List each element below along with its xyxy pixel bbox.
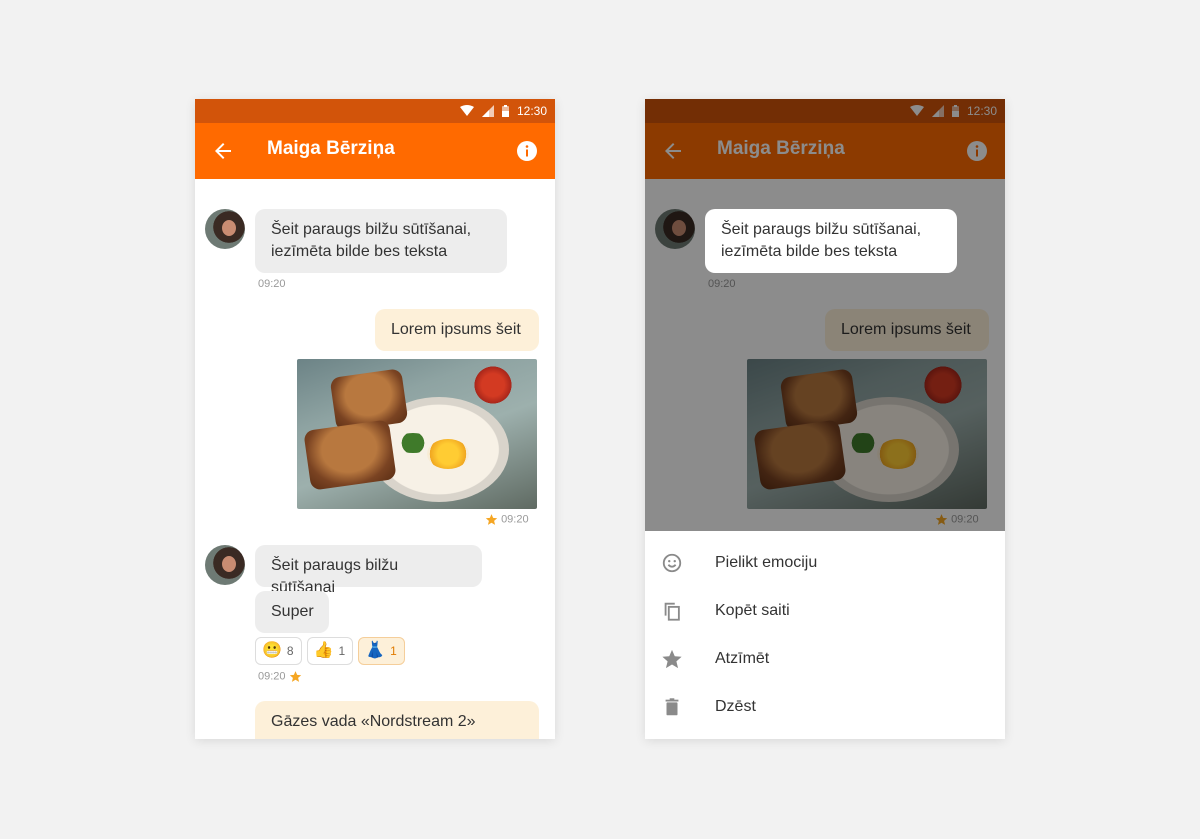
reaction-dress[interactable]: 👗 1 xyxy=(358,637,405,665)
app-bar: Maiga Bērziņa xyxy=(195,123,555,179)
star-icon xyxy=(662,649,682,669)
incoming-message[interactable]: Šeit paraugs bilžu sūtīšanai, iezīmēta b… xyxy=(255,209,507,273)
menu-item-mark[interactable]: Atzīmēt xyxy=(645,635,1005,683)
menu-item-label: Dzēst xyxy=(715,698,756,715)
dim-overlay[interactable] xyxy=(645,99,1005,531)
grimace-emoji-icon: 😬 xyxy=(262,642,282,659)
chat-screen: 12:30 Maiga Bērziņa Šeit paraugs bilžu s… xyxy=(195,99,555,739)
avatar[interactable] xyxy=(205,209,245,249)
context-menu: Pielikt emociju Kopēt saiti Atzīmēt Dzēs… xyxy=(645,531,1005,739)
avatar[interactable] xyxy=(205,545,245,585)
star-icon xyxy=(485,514,498,525)
wifi-icon xyxy=(459,105,474,116)
menu-item-copy-link[interactable]: Kopēt saiti xyxy=(645,587,1005,635)
chat-screen-context-menu: 12:30 Maiga Bērziņa 09:20 Lorem ipsums š… xyxy=(645,99,1005,739)
photo-yolk xyxy=(427,439,469,469)
menu-item-add-emotion[interactable]: Pielikt emociju xyxy=(645,539,1005,587)
message-time: 09:20 xyxy=(258,278,286,290)
info-icon[interactable] xyxy=(515,139,539,163)
message-meta: 09:20 xyxy=(258,670,302,683)
photo-flower xyxy=(473,365,513,405)
outgoing-message[interactable]: Lorem ipsums šeit xyxy=(375,309,539,351)
message-list[interactable]: Šeit paraugs bilžu sūtīšanai, iezīmēta b… xyxy=(195,179,555,739)
trash-icon xyxy=(665,698,679,716)
status-time: 12:30 xyxy=(516,104,547,118)
copy-icon xyxy=(664,602,680,621)
food-photo[interactable] xyxy=(297,359,537,509)
reaction-grimace[interactable]: 😬 8 xyxy=(255,637,302,665)
battery-icon xyxy=(501,105,509,117)
star-icon xyxy=(289,671,301,682)
thumbs-up-emoji-icon: 👍 xyxy=(313,642,334,659)
menu-item-delete[interactable]: Dzēst xyxy=(645,683,1005,731)
menu-item-label: Kopēt saiti xyxy=(715,602,790,619)
menu-item-label: Atzīmēt xyxy=(715,650,770,667)
reaction-count: 8 xyxy=(286,644,294,658)
signal-icon xyxy=(481,105,494,117)
dress-emoji-icon: 👗 xyxy=(365,642,386,659)
status-bar: 12:30 xyxy=(195,99,555,123)
emoji-icon xyxy=(662,553,682,573)
selected-message[interactable]: Šeit paraugs bilžu sūtīšanai, iezīmēta b… xyxy=(705,209,957,273)
incoming-message[interactable]: Šeit paraugs bilžu sūtīšanai xyxy=(255,545,482,596)
message-meta: 09:20 xyxy=(485,513,529,526)
reaction-count: 1 xyxy=(338,644,346,658)
page-title: Maiga Bērziņa xyxy=(267,138,395,159)
outgoing-message[interactable]: Gāzes vada «Nordstream 2» xyxy=(255,701,539,739)
photo-toast xyxy=(303,419,397,491)
back-arrow-icon[interactable] xyxy=(211,139,235,163)
reaction-count: 1 xyxy=(390,644,397,658)
reaction-thumbs-up[interactable]: 👍 1 xyxy=(306,637,354,665)
reaction-bar: 😬 8 👍 1 👗 1 xyxy=(255,637,405,665)
message-time: 09:20 xyxy=(501,513,529,526)
incoming-message[interactable]: Super xyxy=(255,591,329,633)
menu-item-label: Pielikt emociju xyxy=(715,554,818,571)
message-time: 09:20 xyxy=(258,670,286,683)
